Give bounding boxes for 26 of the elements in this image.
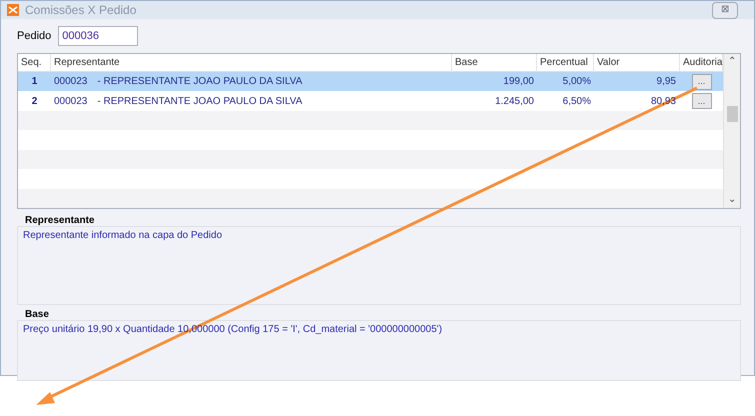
audit-button[interactable]: ... — [692, 74, 712, 90]
table-row[interactable]: 1 000023 - REPRESENTANTE JOAO PAULO DA SILVA 199,00 5,00% 9,95 ... — [18, 72, 723, 92]
table-cell-text: - REPRESENTANTE JOAO PAULO DA SILVA — [97, 75, 302, 90]
scroll-up-button[interactable]: ⌃ — [728, 54, 736, 70]
close-button[interactable]: ⊠ — [712, 2, 738, 18]
panel-text: Representante informado na capa do Pedido — [23, 229, 224, 243]
table-cell-text: 2 — [30, 94, 38, 109]
table-cell-text: - REPRESENTANTE JOAO PAULO DA SILVA — [97, 94, 302, 109]
scrollbar[interactable]: ⌃ ⌄ — [723, 54, 740, 208]
scroll-thumb[interactable] — [726, 106, 738, 122]
table-cell-text: 1.245,00 — [494, 94, 535, 109]
table-cell-text: 000023 — [54, 94, 88, 109]
table-cell-text: 1 — [30, 75, 38, 90]
panel-title: Representante — [25, 215, 96, 226]
scroll-down-button[interactable]: ⌄ — [728, 192, 736, 208]
panel-title: Base — [25, 309, 50, 320]
app-icon — [7, 4, 19, 16]
pedido-field[interactable]: 000036 — [58, 26, 138, 46]
pedido-label: Pedido — [17, 28, 52, 44]
table-cell-text: 9,95 — [656, 75, 677, 90]
table-cell-text: 6,50% — [562, 94, 592, 109]
table-cell-text: 199,00 — [502, 75, 535, 90]
window-title: Comissões X Pedido — [25, 2, 136, 19]
table-cell-text: 5,00% — [562, 75, 592, 90]
table-cell-text: 000023 — [54, 75, 88, 90]
audit-button[interactable]: ... — [692, 93, 712, 110]
